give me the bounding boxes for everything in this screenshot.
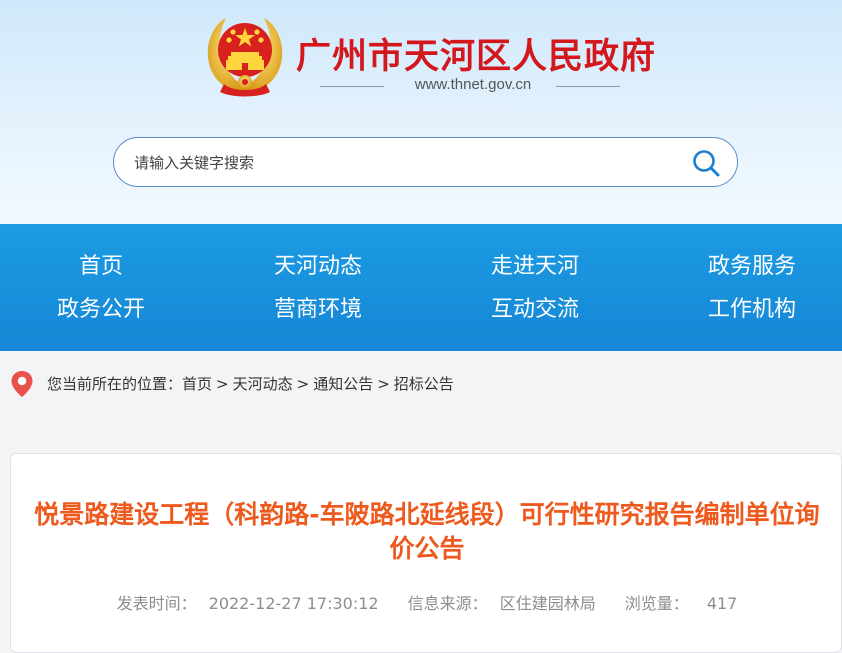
search-input[interactable] xyxy=(134,151,674,175)
breadcrumb-home[interactable]: 首页 xyxy=(182,375,212,393)
site-url[interactable]: www.thnet.gov.cn xyxy=(398,76,548,93)
nav-item-gov-disclosure[interactable]: 政务公开 xyxy=(31,295,171,325)
national-emblem-icon[interactable] xyxy=(204,12,286,98)
search-icon[interactable] xyxy=(691,148,721,178)
view-count: 浏览量： 417 xyxy=(619,594,744,613)
breadcrumb-label: 您当前所在的位置： xyxy=(47,375,183,393)
publish-time: 发表时间： 2022-12-27 17:30:12 xyxy=(111,594,385,613)
site-title[interactable]: 广州市天河区人民政府 xyxy=(296,28,656,79)
nav-item-agencies[interactable]: 工作机构 xyxy=(682,295,822,325)
divider-line xyxy=(556,86,620,87)
site-url-row: www.thnet.gov.cn xyxy=(320,76,620,96)
search-box xyxy=(113,137,738,187)
breadcrumb: 您当前所在的位置：首页 > 天河动态 > 通知公告 > 招标公告 xyxy=(0,351,842,415)
location-pin-icon xyxy=(11,371,33,397)
source-value: 区住建园林局 xyxy=(499,594,596,613)
main-nav: 首页 天河动态 走进天河 政务服务 政务公开 营商环境 互动交流 工作机构 xyxy=(0,224,842,351)
publish-label: 发表时间： xyxy=(116,594,197,613)
info-source: 信息来源： 区住建园林局 xyxy=(402,594,602,613)
site-header: 广州市天河区人民政府 www.thnet.gov.cn xyxy=(0,0,842,224)
nav-item-tianhe-news[interactable]: 天河动态 xyxy=(248,252,388,282)
nav-item-about-tianhe[interactable]: 走进天河 xyxy=(465,252,605,282)
breadcrumb-tianhe-news[interactable]: 天河动态 xyxy=(233,375,293,393)
breadcrumb-trail: 您当前所在的位置：首页 > 天河动态 > 通知公告 > 招标公告 xyxy=(47,373,454,394)
publish-time-value: 2022-12-27 17:30:12 xyxy=(208,594,379,613)
article-title: 悦景路建设工程（科韵路-车陂路北延线段）可行性研究报告编制单位询价公告 xyxy=(34,500,820,563)
article-card: 悦景路建设工程（科韵路-车陂路北延线段）可行性研究报告编制单位询价公告 发表时间… xyxy=(10,453,842,653)
breadcrumb-separator: > xyxy=(377,375,390,393)
source-label: 信息来源： xyxy=(407,594,488,613)
breadcrumb-notices[interactable]: 通知公告 xyxy=(313,375,373,393)
breadcrumb-separator: > xyxy=(296,375,310,393)
article-meta: 发表时间： 2022-12-27 17:30:12 信息来源： 区住建园林局 浏览量… xyxy=(11,590,842,614)
nav-item-business-env[interactable]: 营商环境 xyxy=(248,295,388,325)
nav-item-interaction[interactable]: 互动交流 xyxy=(465,295,605,325)
breadcrumb-tender-notices[interactable]: 招标公告 xyxy=(394,375,454,393)
views-label: 浏览量： xyxy=(624,594,689,613)
divider-line xyxy=(320,86,384,87)
breadcrumb-separator: > xyxy=(216,375,229,393)
nav-item-gov-services[interactable]: 政务服务 xyxy=(682,252,822,282)
nav-item-home[interactable]: 首页 xyxy=(31,252,171,282)
views-value: 417 xyxy=(706,594,738,613)
